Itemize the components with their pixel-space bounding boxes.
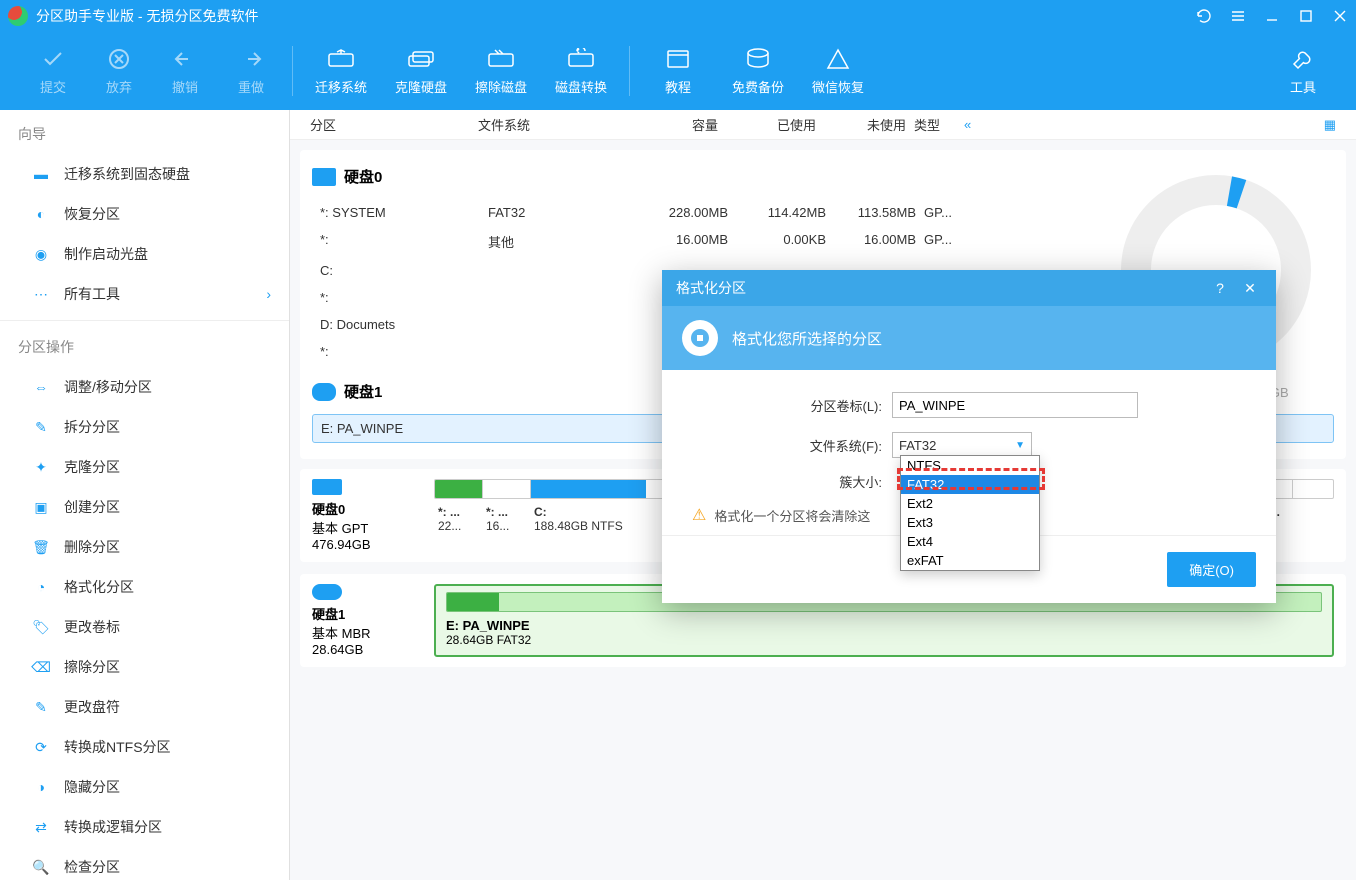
cluster-label: 簇大小:	[692, 472, 892, 491]
format-icon	[682, 320, 718, 356]
undo-button[interactable]: 撤销	[152, 32, 218, 110]
broom-icon: ⌫	[30, 658, 52, 676]
sidebar-item-delete[interactable]: 🗑删除分区	[0, 527, 289, 567]
redo-button[interactable]: 重做	[218, 32, 284, 110]
sidebar-ops-title: 分区操作	[0, 327, 289, 367]
wipe-disk-button[interactable]: 擦除磁盘	[461, 32, 541, 110]
sidebar-wizard-title: 向导	[0, 114, 289, 154]
minimize-icon[interactable]	[1264, 8, 1280, 24]
resize-icon: ⇔	[30, 378, 52, 396]
dots-icon: ⋯	[30, 285, 52, 303]
convert-disk-button[interactable]: 磁盘转换	[541, 32, 621, 110]
collapse-columns-icon[interactable]: «	[964, 117, 971, 132]
trash-icon: 🗑	[30, 538, 52, 556]
main-panel: 分区 文件系统 容量 已使用 未使用 类型 « ▦ 硬盘0 *: SYSTEMF…	[290, 110, 1356, 880]
filesystem-dropdown: NTFS FAT32 Ext2 Ext3 Ext4 exFAT	[900, 455, 1040, 571]
chevron-right-icon: ›	[266, 286, 271, 302]
disk-icon	[312, 168, 336, 186]
sidebar-item-logical[interactable]: ⇄转换成逻辑分区	[0, 807, 289, 847]
disk-icon	[312, 584, 342, 600]
pie-icon: ◐	[30, 205, 52, 223]
dropdown-option-ext2[interactable]: Ext2	[901, 494, 1039, 513]
clone-icon: ✦	[30, 458, 52, 476]
sidebar-item-recover-partition[interactable]: ◐恢复分区	[0, 194, 289, 234]
toolbar: 提交 放弃 撤销 重做 迁移系统 克隆硬盘 擦除磁盘 磁盘转换 教程 免费备份 …	[0, 32, 1356, 110]
tutorial-button[interactable]: 教程	[638, 32, 718, 110]
sidebar-item-hide[interactable]: ◑隐藏分区	[0, 767, 289, 807]
sidebar-item-clone[interactable]: ✦克隆分区	[0, 447, 289, 487]
sidebar-item-split[interactable]: ✎拆分分区	[0, 407, 289, 447]
sidebar-item-ntfs[interactable]: ⟳转换成NTFS分区	[0, 727, 289, 767]
search-icon: 🔍	[30, 858, 52, 876]
sidebar-item-create[interactable]: ▣创建分区	[0, 487, 289, 527]
swap-icon: ⇄	[30, 818, 52, 836]
close-icon[interactable]	[1332, 8, 1348, 24]
letter-icon: ✎	[30, 698, 52, 716]
titlebar: 分区助手专业版 - 无损分区免费软件	[0, 0, 1356, 32]
sidebar-item-check[interactable]: 🔍检查分区	[0, 847, 289, 880]
wechat-recover-button[interactable]: 微信恢复	[798, 32, 878, 110]
migrate-os-button[interactable]: 迁移系统	[301, 32, 381, 110]
ok-button[interactable]: 确定(O)	[1167, 552, 1256, 587]
column-header: 分区 文件系统 容量 已使用 未使用 类型 « ▦	[290, 110, 1356, 140]
menu-icon[interactable]	[1230, 8, 1246, 24]
free-backup-button[interactable]: 免费备份	[718, 32, 798, 110]
format-icon: ◔	[30, 578, 52, 596]
clone-disk-button[interactable]: 克隆硬盘	[381, 32, 461, 110]
sidebar-item-all-tools[interactable]: ⋯所有工具›	[0, 274, 289, 314]
convert-icon: ⟳	[30, 738, 52, 756]
help-icon[interactable]: ?	[1208, 276, 1232, 300]
commit-button[interactable]: 提交	[20, 32, 86, 110]
disk-icon	[312, 383, 336, 401]
warning-icon: ⚠	[692, 505, 706, 525]
create-icon: ▣	[30, 498, 52, 516]
sidebar-item-bootable-media[interactable]: ◉制作启动光盘	[0, 234, 289, 274]
view-grid-icon[interactable]: ▦	[1324, 117, 1336, 133]
sidebar-item-resize[interactable]: ⇔调整/移动分区	[0, 367, 289, 407]
dropdown-option-exfat[interactable]: exFAT	[901, 551, 1039, 570]
volume-input[interactable]	[892, 392, 1138, 418]
dialog-header: 格式化您所选择的分区	[662, 306, 1276, 370]
disc-icon: ◉	[30, 245, 52, 263]
sidebar-item-wipe[interactable]: ⌫擦除分区	[0, 647, 289, 687]
maximize-icon[interactable]	[1298, 8, 1314, 24]
filesystem-label: 文件系统(F):	[692, 436, 892, 455]
dropdown-option-ext3[interactable]: Ext3	[901, 513, 1039, 532]
dialog-titlebar: 格式化分区 ? ✕	[662, 270, 1276, 306]
tag-icon: 🏷	[30, 618, 52, 636]
sidebar-item-label[interactable]: 🏷更改卷标	[0, 607, 289, 647]
sidebar: 向导 ▬迁移系统到固态硬盘 ◐恢复分区 ◉制作启动光盘 ⋯所有工具› 分区操作 …	[0, 110, 290, 880]
drive-icon: ▬	[30, 165, 52, 183]
eye-icon: ◑	[30, 778, 52, 796]
refresh-icon[interactable]	[1196, 8, 1212, 24]
split-icon: ✎	[30, 418, 52, 436]
window-title: 分区助手专业版 - 无损分区免费软件	[36, 6, 1196, 26]
sidebar-item-migrate-ssd[interactable]: ▬迁移系统到固态硬盘	[0, 154, 289, 194]
dropdown-option-ntfs[interactable]: NTFS	[901, 456, 1039, 475]
discard-button[interactable]: 放弃	[86, 32, 152, 110]
dropdown-option-ext4[interactable]: Ext4	[901, 532, 1039, 551]
disk-icon	[312, 479, 342, 495]
app-logo-icon	[8, 6, 28, 26]
dropdown-option-fat32[interactable]: FAT32	[901, 475, 1039, 494]
sidebar-item-letter[interactable]: ✎更改盘符	[0, 687, 289, 727]
chevron-down-icon: ▼	[1015, 440, 1025, 451]
sidebar-item-format[interactable]: ◔格式化分区	[0, 567, 289, 607]
volume-label: 分区卷标(L):	[692, 396, 892, 415]
tools-button[interactable]: 工具	[1270, 32, 1336, 110]
close-icon[interactable]: ✕	[1238, 276, 1262, 300]
